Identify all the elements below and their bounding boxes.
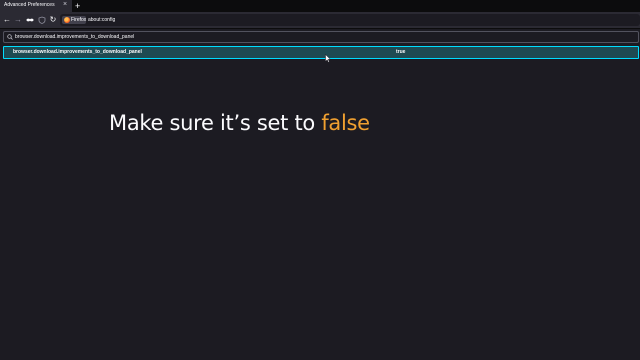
tab-strip: Advanced Preferences × + xyxy=(0,0,640,12)
url-bar[interactable]: Firefox about:config xyxy=(60,14,640,26)
identity-label: Firefox xyxy=(71,17,87,23)
tab-advanced-preferences[interactable]: Advanced Preferences × xyxy=(0,0,73,12)
caption-highlight: false xyxy=(321,111,370,135)
shield-icon[interactable] xyxy=(38,15,46,25)
identity-box[interactable]: Firefox xyxy=(62,16,86,24)
firefox-logo-icon xyxy=(64,17,70,23)
about-config-page: browser.download.improvements_to_downloa… xyxy=(0,29,640,360)
preference-row[interactable]: browser.download.improvements_to_downloa… xyxy=(3,46,639,59)
private-mask-icon[interactable] xyxy=(26,15,34,25)
url-text[interactable]: about:config xyxy=(88,17,115,23)
tab-title: Advanced Preferences xyxy=(4,2,55,8)
search-input[interactable] xyxy=(15,33,615,41)
preference-search-box[interactable] xyxy=(3,31,639,43)
close-icon[interactable]: × xyxy=(63,1,67,9)
preference-name: browser.download.improvements_to_downloa… xyxy=(13,49,142,55)
preference-value[interactable]: true xyxy=(396,49,405,55)
new-tab-button[interactable]: + xyxy=(75,0,80,12)
reload-icon[interactable]: ↻ xyxy=(49,15,57,25)
caption-text: Make sure it’s set to xyxy=(109,111,322,135)
instruction-caption: Make sure it’s set to false xyxy=(109,111,370,135)
mouse-cursor-icon xyxy=(325,50,332,68)
back-icon[interactable]: ← xyxy=(3,15,11,25)
search-icon xyxy=(7,33,13,44)
forward-icon[interactable]: → xyxy=(14,15,22,25)
